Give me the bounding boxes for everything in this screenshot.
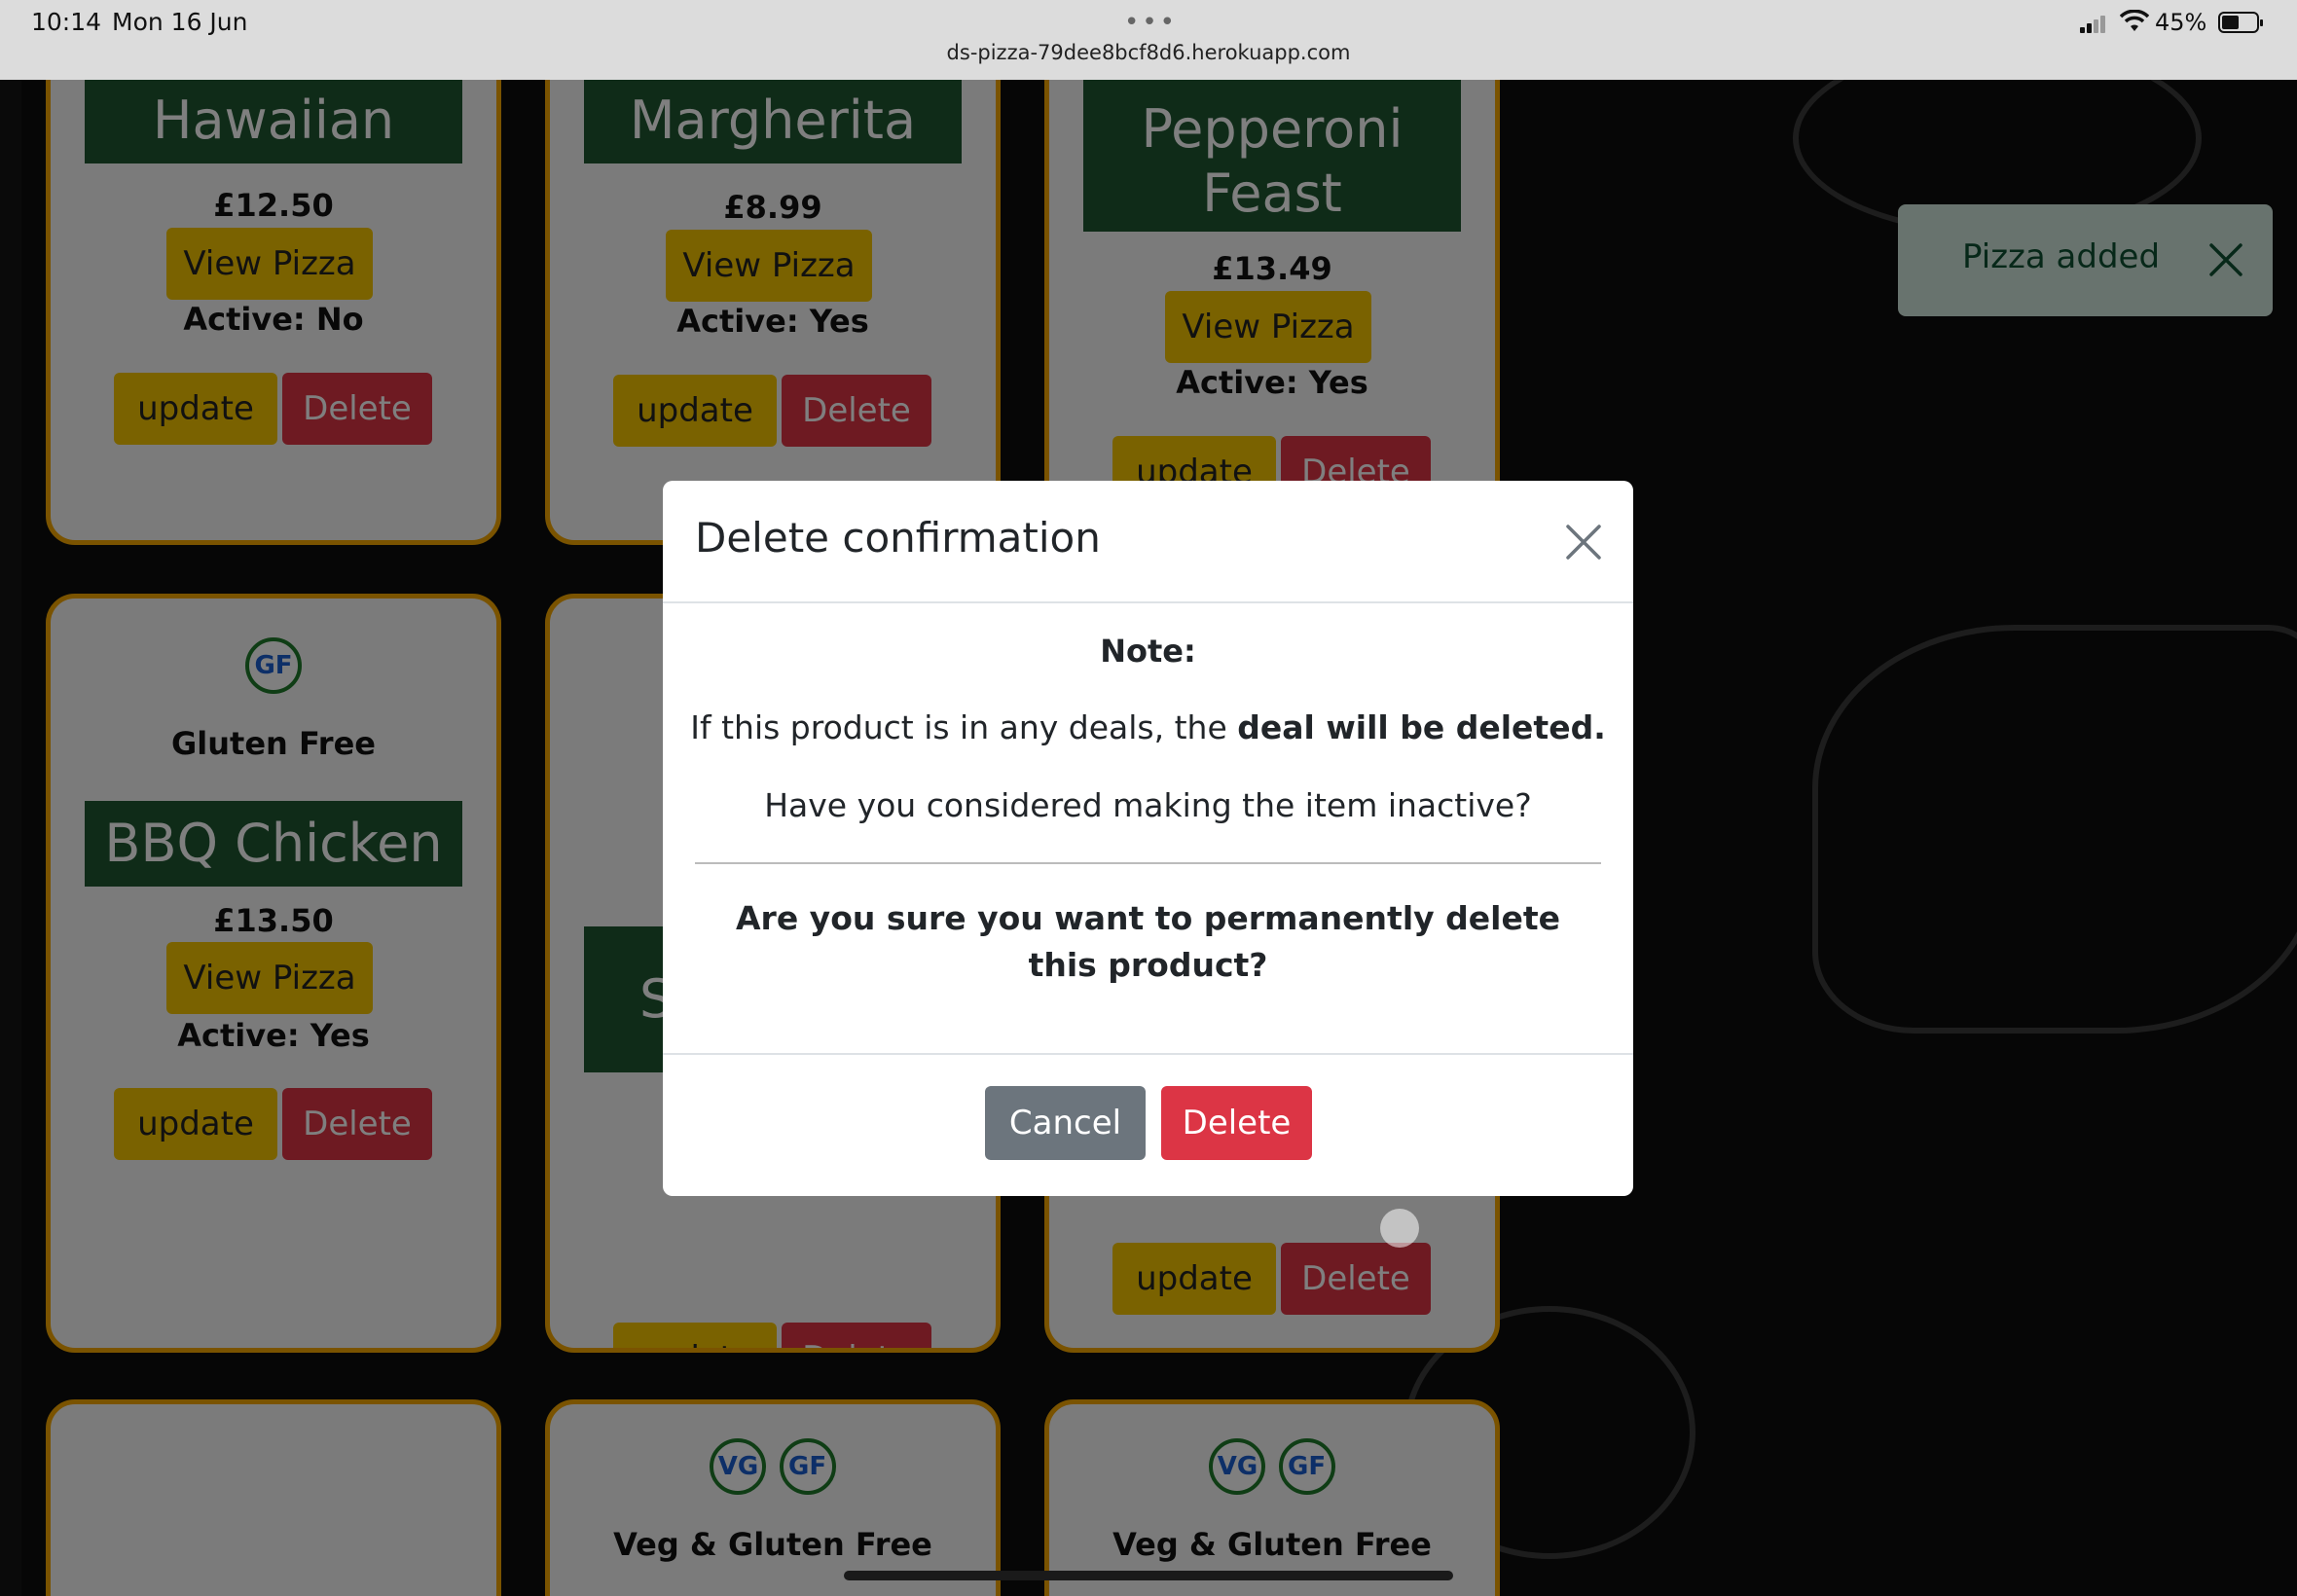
close-icon[interactable] (1565, 524, 1602, 561)
battery-icon (2218, 12, 2263, 33)
more-dots-icon[interactable]: ••• (1124, 8, 1178, 37)
touch-indicator (1380, 1209, 1419, 1248)
divider (695, 862, 1601, 864)
modal-footer: Cancel Delete (663, 1053, 1633, 1196)
delete-confirmation-modal: Delete confirmation Note: If this produc… (663, 481, 1633, 1196)
deals-warning-text: If this product is in any deals, the (690, 708, 1238, 746)
modal-body: Note: If this product is in any deals, t… (663, 603, 1633, 1053)
status-date: Mon 16 Jun (112, 8, 248, 36)
inactive-suggestion: Have you considered making the item inac… (764, 786, 1532, 824)
address-bar-url[interactable]: ds-pizza-79dee8bcf8d6.herokuapp.com (0, 41, 2297, 64)
battery-percent: 45% (2155, 9, 2207, 36)
cellular-signal-icon (2080, 14, 2107, 33)
wifi-icon (2120, 10, 2149, 31)
status-time: 10:14 (31, 8, 102, 36)
deals-warning: If this product is in any deals, the dea… (663, 708, 1633, 746)
modal-title: Delete confirmation (695, 514, 1101, 562)
modal-header: Delete confirmation (663, 481, 1633, 603)
deals-warning-bold: deal will be deleted. (1237, 708, 1606, 746)
confirm-delete-button[interactable]: Delete (1161, 1086, 1312, 1160)
confirm-question: Are you sure you want to permanently del… (736, 899, 1560, 984)
home-indicator[interactable] (844, 1571, 1453, 1580)
ios-status-bar: 10:14 Mon 16 Jun ••• ds-pizza-79dee8bcf8… (0, 0, 2297, 80)
cancel-button[interactable]: Cancel (985, 1086, 1146, 1160)
note-heading: Note: (1100, 633, 1196, 670)
